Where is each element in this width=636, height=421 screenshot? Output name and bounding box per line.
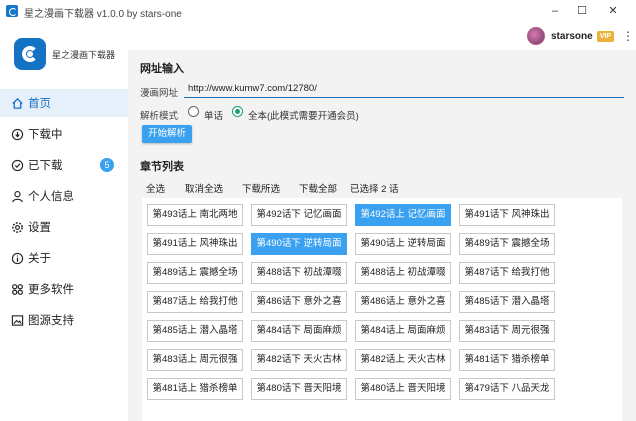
info-icon bbox=[10, 251, 24, 265]
avatar[interactable] bbox=[527, 27, 545, 45]
nav-item-more-software[interactable]: 更多软件 bbox=[0, 275, 128, 303]
nav-label: 设置 bbox=[28, 222, 51, 234]
chapter-item[interactable]: 第483话上 周元很强 bbox=[147, 349, 243, 371]
select-all-button[interactable]: 全选 bbox=[146, 181, 165, 195]
chapter-item[interactable]: 第490话下 逆转局面 bbox=[251, 233, 347, 255]
mode-all-label[interactable]: 全本(此模式需要开通会员) bbox=[248, 108, 359, 122]
chapter-item[interactable]: 第482话下 天火古林 bbox=[251, 349, 347, 371]
app-icon bbox=[6, 5, 18, 17]
chapter-item[interactable]: 第493话上 南北两地 bbox=[147, 204, 243, 226]
logo-text: 星之漫画下载器 bbox=[52, 50, 116, 60]
logo-icon bbox=[14, 38, 46, 70]
check-circle-icon bbox=[10, 158, 24, 172]
chapter-item[interactable]: 第479话下 八品天龙 bbox=[459, 378, 555, 400]
chapter-list-scrollbar[interactable] bbox=[622, 198, 630, 421]
chapter-item[interactable]: 第480话上 晋天阳境 bbox=[355, 378, 451, 400]
maximize-button[interactable]: ☐ bbox=[571, 3, 593, 19]
url-label: 漫画网址 bbox=[140, 88, 179, 99]
start-parse-button[interactable]: 开始解析 bbox=[142, 125, 192, 143]
image-icon bbox=[10, 313, 24, 327]
nav-item-image-sources[interactable]: 图源支持 bbox=[0, 306, 128, 334]
nav-label: 关于 bbox=[28, 253, 51, 265]
username[interactable]: starsone bbox=[551, 31, 593, 42]
chapter-item[interactable]: 第489话上 震撼全场 bbox=[147, 262, 243, 284]
downloaded-count-badge: 5 bbox=[100, 158, 114, 172]
close-button[interactable]: ✕ bbox=[602, 3, 624, 19]
grid-icon bbox=[10, 282, 24, 296]
mode-all-radio[interactable] bbox=[232, 106, 243, 117]
nav-label: 已下载 bbox=[28, 160, 63, 172]
url-input-value: http://www.kumw7.com/12780/ bbox=[188, 83, 317, 94]
url-section-title: 网址输入 bbox=[140, 63, 184, 75]
chapter-item[interactable]: 第486话上 意外之喜 bbox=[355, 291, 451, 313]
nav-label: 个人信息 bbox=[28, 191, 74, 203]
title-bar: 星之漫画下载器 v1.0.0 by stars-one – ☐ ✕ bbox=[0, 0, 636, 22]
home-icon bbox=[10, 96, 24, 110]
main-content: 网址输入 漫画网址 http://www.kumw7.com/12780/ 解析… bbox=[128, 50, 636, 421]
chapter-item[interactable]: 第485话下 潜入晶塔 bbox=[459, 291, 555, 313]
chapter-item[interactable]: 第483话下 周元很强 bbox=[459, 320, 555, 342]
minimize-button[interactable]: – bbox=[544, 3, 566, 19]
chapter-item[interactable]: 第489话下 震撼全场 bbox=[459, 233, 555, 255]
window-title: 星之漫画下载器 v1.0.0 by stars-one bbox=[24, 9, 182, 20]
chapter-item[interactable]: 第485话上 潜入晶塔 bbox=[147, 320, 243, 342]
gear-icon bbox=[10, 220, 24, 234]
nav-label: 图源支持 bbox=[28, 315, 74, 327]
download-icon bbox=[10, 127, 24, 141]
chapter-item[interactable]: 第480话下 晋天阳境 bbox=[251, 378, 347, 400]
nav-label: 下载中 bbox=[28, 129, 63, 141]
chapter-item[interactable]: 第482话上 天火古林 bbox=[355, 349, 451, 371]
chapter-item[interactable]: 第481话下 猎杀榜单 bbox=[459, 349, 555, 371]
nav-item-home[interactable]: 首页 bbox=[0, 89, 128, 117]
nav-label: 更多软件 bbox=[28, 284, 74, 296]
chapter-item[interactable]: 第487话下 给我打他 bbox=[459, 262, 555, 284]
nav-label: 首页 bbox=[28, 98, 51, 110]
nav-item-downloaded[interactable]: 已下载 5 bbox=[0, 151, 128, 179]
nav-item-about[interactable]: 关于 bbox=[0, 244, 128, 272]
chapter-list: 第493话上 南北两地 第492话下 记忆画面 第492话上 记忆画面 第491话下 … bbox=[142, 198, 622, 421]
selected-count: 已选择 2 话 bbox=[350, 184, 399, 195]
chapter-item[interactable]: 第491话下 风神珠出 bbox=[459, 204, 555, 226]
mode-single-radio[interactable] bbox=[188, 106, 199, 117]
deselect-all-button[interactable]: 取消全选 bbox=[185, 181, 223, 195]
sidebar: 星之漫画下载器 首页 下载中 已下载 5 个人信息 设置 关于 更多软件 图源支… bbox=[0, 22, 128, 421]
user-icon bbox=[10, 189, 24, 203]
nav-item-downloading[interactable]: 下载中 bbox=[0, 120, 128, 148]
chapter-item[interactable]: 第481话上 猎杀榜单 bbox=[147, 378, 243, 400]
chapter-item[interactable]: 第484话上 局面麻烦 bbox=[355, 320, 451, 342]
chapter-section-title: 章节列表 bbox=[140, 161, 184, 173]
more-menu-icon[interactable]: ⋮ bbox=[622, 29, 634, 43]
chapter-item[interactable]: 第488话下 初战潭啜 bbox=[251, 262, 347, 284]
chapter-item[interactable]: 第488话上 初战潭啜 bbox=[355, 262, 451, 284]
download-selected-button[interactable]: 下载所选 bbox=[242, 181, 280, 195]
nav-item-settings[interactable]: 设置 bbox=[0, 213, 128, 241]
vip-badge: VIP bbox=[596, 30, 614, 42]
url-input[interactable]: http://www.kumw7.com/12780/ bbox=[184, 80, 624, 98]
chapter-item[interactable]: 第492话上 记忆画面 bbox=[355, 204, 451, 226]
download-all-button[interactable]: 下载全部 bbox=[299, 181, 337, 195]
chapter-item[interactable]: 第492话下 记忆画面 bbox=[251, 204, 347, 226]
chapter-item[interactable]: 第484话下 局面麻烦 bbox=[251, 320, 347, 342]
mode-single-label[interactable]: 单话 bbox=[204, 108, 223, 122]
chapter-item[interactable]: 第490话上 逆转局面 bbox=[355, 233, 451, 255]
chapter-item[interactable]: 第486话下 意外之喜 bbox=[251, 291, 347, 313]
chapter-item[interactable]: 第487话上 给我打他 bbox=[147, 291, 243, 313]
user-area[interactable]: starsone VIP ⋮ bbox=[527, 26, 634, 46]
nav-item-profile[interactable]: 个人信息 bbox=[0, 182, 128, 210]
chapter-item[interactable]: 第491话上 风神珠出 bbox=[147, 233, 243, 255]
mode-label: 解析模式 bbox=[140, 111, 179, 122]
